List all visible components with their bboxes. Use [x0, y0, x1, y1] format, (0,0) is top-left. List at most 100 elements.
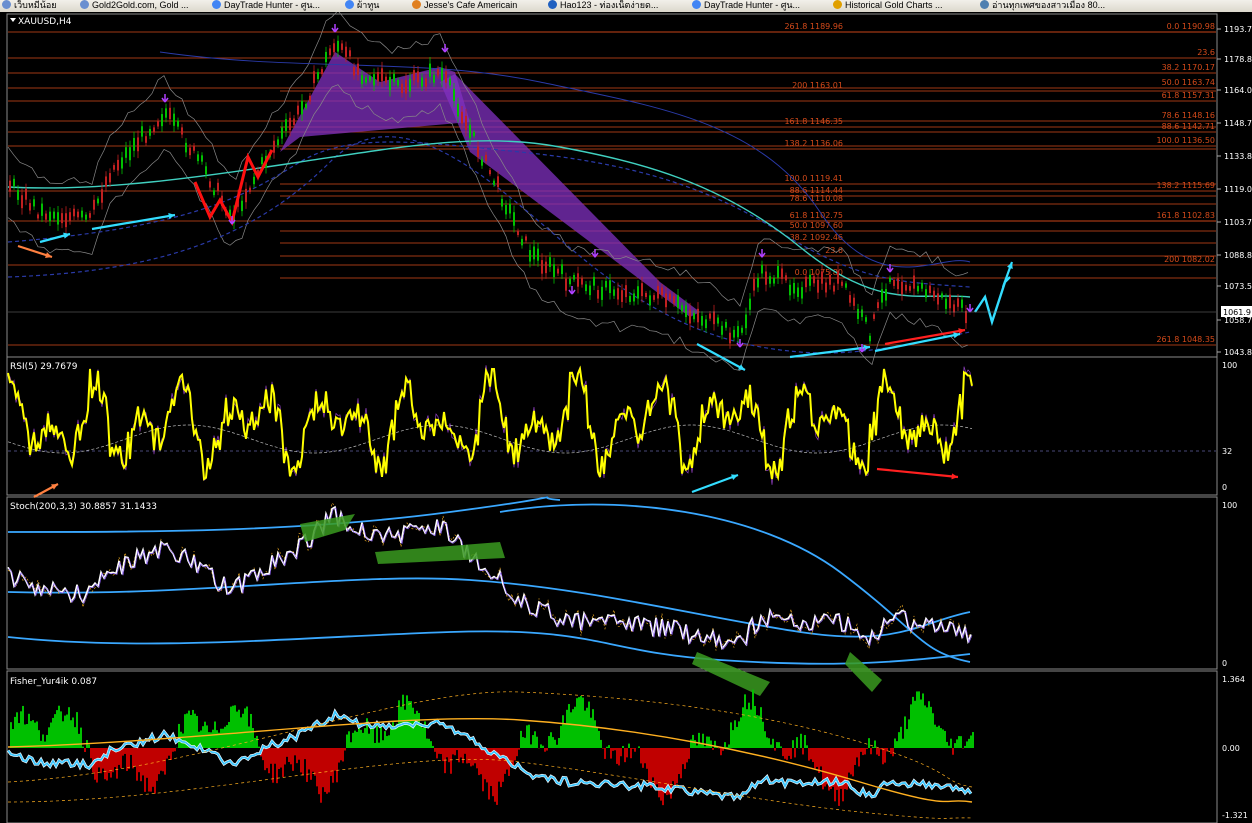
fib-left-label: 23.6 — [825, 246, 843, 255]
price-panel[interactable]: 261.8 1189.96 200 1163.01 161.8 1146.35 138… — [7, 12, 1252, 371]
candle-body — [457, 103, 459, 117]
candle-body — [717, 317, 719, 324]
fisher-bar-positive — [76, 712, 78, 748]
candle-body — [253, 176, 255, 185]
fisher-bar-positive — [754, 706, 756, 748]
fisher-bar-negative — [662, 748, 664, 806]
bookmark-item[interactable]: เว็บหมีน้อย — [2, 0, 57, 12]
candle-body — [677, 295, 679, 308]
fisher-bar-positive — [526, 725, 528, 748]
candle-body — [777, 266, 779, 278]
fisher-bar-positive — [758, 715, 760, 748]
fisher-bar-negative — [618, 748, 620, 766]
candle-body — [729, 332, 731, 344]
fisher-bar-positive — [346, 734, 348, 748]
candle-body — [833, 285, 835, 292]
fisher-bar-positive — [734, 720, 736, 748]
fisher-bar-positive — [50, 722, 52, 748]
fib-right-label: 61.8 1157.31 — [1162, 91, 1215, 100]
fib-left-label: 161.8 1146.35 — [784, 117, 843, 126]
candle-body — [81, 210, 83, 218]
bookmark-item[interactable]: Gold2Gold.com, Gold ... — [80, 0, 189, 12]
fisher-bar-negative — [952, 748, 954, 755]
gold-icon — [833, 0, 842, 9]
fisher-bar-negative — [290, 748, 292, 765]
candle-body — [645, 292, 647, 298]
fisher-bar-negative — [132, 748, 134, 769]
candle-body — [377, 72, 379, 82]
fisher-bar-positive — [894, 738, 896, 748]
fisher-bar-negative — [626, 748, 628, 758]
rsi-panel[interactable]: RSI(5) 29.7679 100 32 0 — [7, 361, 1237, 498]
fisher-bar-negative — [860, 748, 862, 752]
bookmark-item[interactable]: Jesse's Cafe Americain — [412, 0, 517, 12]
candle-body — [57, 212, 59, 225]
fisher-bar-negative — [482, 748, 484, 792]
fisher-bar-negative — [288, 748, 290, 763]
bookmark-item[interactable]: Historical Gold Charts ... — [833, 0, 943, 12]
fisher-bar-positive — [956, 739, 958, 748]
stochastic-panel[interactable]: Stoch(200,3,3) 30.8857 31.1433 100 0 — [7, 496, 1237, 696]
candle-body — [669, 293, 671, 300]
candle-body — [641, 283, 643, 297]
candle-body — [521, 238, 523, 246]
candle-body — [357, 63, 359, 75]
fisher-bar-negative — [624, 748, 626, 763]
fisher-bar-negative — [678, 748, 680, 775]
chart-window[interactable]: 261.8 1189.96 200 1163.01 161.8 1146.35 138… — [0, 12, 1252, 823]
candle-body — [133, 137, 135, 151]
fisher-bar-positive — [68, 707, 70, 748]
candle-body — [437, 69, 439, 76]
fisher-bar-negative — [634, 748, 636, 752]
candle-body — [365, 77, 367, 83]
candle-body — [773, 277, 775, 284]
fisher-bar-positive — [216, 730, 218, 748]
bookmark-item[interactable]: ผ้าทูน — [345, 0, 379, 12]
fisher-bar-negative — [818, 748, 820, 773]
fisher-bar-positive — [44, 741, 46, 748]
fisher-bar-negative — [814, 748, 816, 769]
fisher-bar-positive — [936, 726, 938, 748]
candle-body — [181, 127, 183, 135]
fisher-bar-negative — [110, 748, 112, 778]
fisher-bar-positive — [374, 742, 376, 748]
fisher-bar-positive — [916, 691, 918, 748]
fisher-bar-positive — [638, 746, 640, 748]
candle-body — [581, 278, 583, 285]
fisher-bar-positive — [222, 728, 224, 748]
bookmark-item[interactable]: DayTrade Hunter - ศูน... — [212, 0, 320, 12]
fisher-bar-negative — [620, 748, 622, 757]
candle-body — [85, 214, 87, 220]
fisher-bar-negative — [90, 748, 92, 759]
fisher-bar-positive — [520, 730, 522, 748]
fisher-bar-negative — [790, 748, 792, 759]
bookmark-item[interactable]: อ่านทุกเพศของสาวเมือง 80... — [980, 0, 1105, 12]
fisher-bar-negative — [848, 748, 850, 773]
fisher-bar-positive — [12, 729, 14, 748]
fisher-bar-negative — [140, 748, 142, 782]
candle-body — [101, 189, 103, 203]
candle-body — [957, 298, 959, 307]
fisher-bar-positive — [22, 705, 24, 748]
fisher-bar-negative — [632, 748, 634, 749]
bookmark-item[interactable]: Hao123 - ท่องเน็ตง่ายด... — [548, 0, 658, 12]
arrow-head — [45, 252, 52, 258]
candle-body — [845, 283, 847, 288]
fisher-bar-positive — [194, 713, 196, 748]
bookmark-item[interactable]: DayTrade Hunter - ศูน... — [692, 0, 800, 12]
fisher-panel[interactable]: Fisher_Yur4ik 0.087 1.364 0.00 -1.321 — [6, 675, 1248, 820]
candle-body — [273, 140, 275, 153]
rsi-title: RSI(5) 29.7679 — [10, 362, 78, 372]
candle-body — [213, 190, 215, 196]
candle-body — [597, 290, 599, 299]
fisher-bar-positive — [606, 746, 608, 748]
page-icon — [80, 0, 89, 9]
fisher-bar-positive — [382, 740, 384, 748]
bookmark-label: ผ้าทูน — [357, 0, 380, 10]
page-icon — [2, 0, 11, 9]
candle-body — [325, 51, 327, 63]
fisher-bar-negative — [342, 748, 344, 762]
fisher-bar-positive — [598, 730, 600, 748]
candle-body — [725, 321, 727, 328]
candle-body — [125, 147, 127, 158]
